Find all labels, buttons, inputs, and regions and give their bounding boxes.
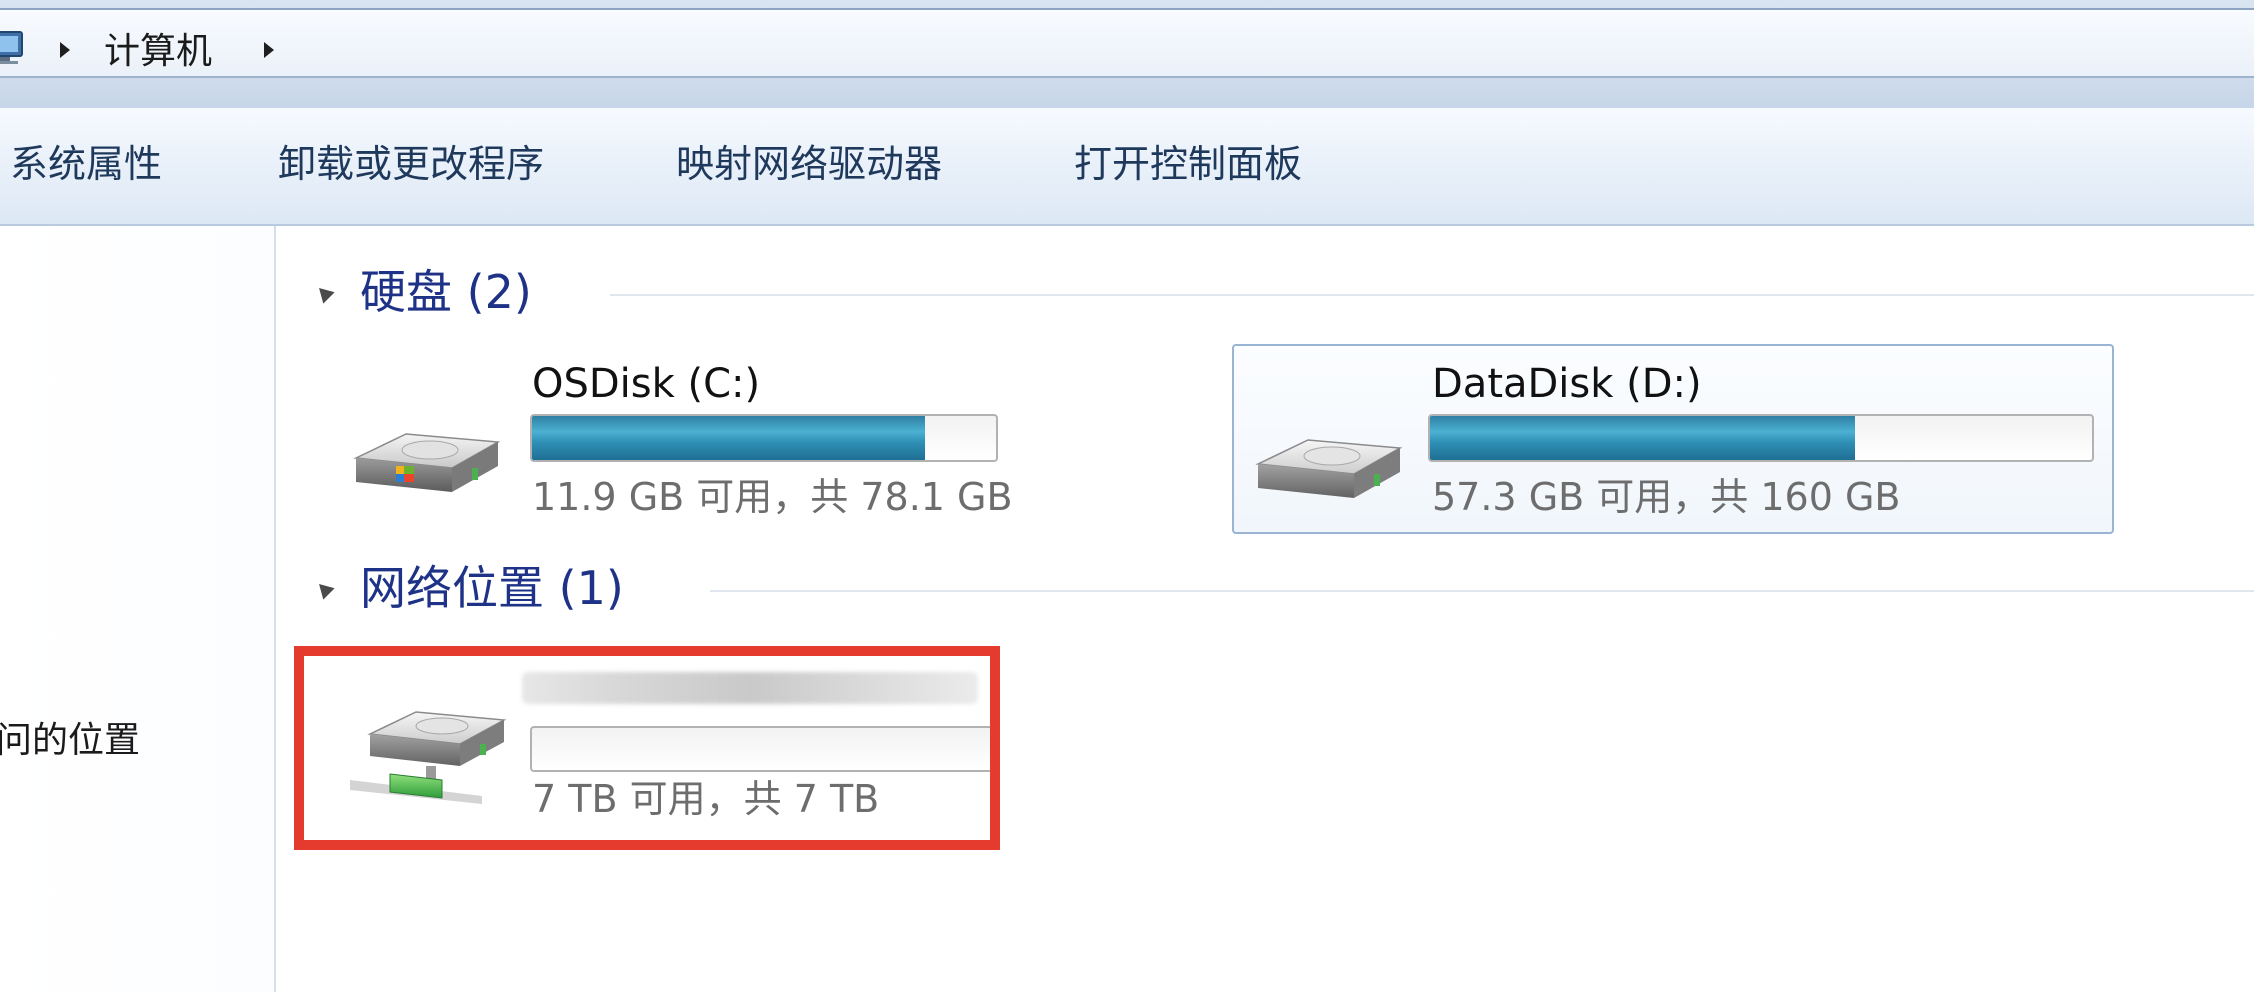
group-header-network[interactable]: 网络位置 (1): [313, 560, 2254, 616]
drive-usage-fill: [532, 416, 926, 460]
drive-usage-fill: [1430, 416, 1855, 460]
breadcrumb-arrow-icon[interactable]: [264, 42, 274, 58]
content-area: 硬盘 (2) OSDisk (C:) 11.9 GB 可用，共 78.1 GB …: [276, 226, 2254, 992]
windows-system-drive-icon: [353, 433, 501, 492]
address-bar: 计算机: [0, 0, 2254, 108]
drive-size-text: 11.9 GB 可用，共 78.1 GB: [532, 475, 1013, 519]
open-control-panel-button[interactable]: 打开控制面板: [1074, 138, 1302, 190]
uninstall-program-button[interactable]: 卸载或更改程序: [278, 138, 544, 190]
drive-tile-d[interactable]: DataDisk (D:) 57.3 GB 可用，共 160 GB: [1232, 344, 2114, 534]
drive-size-text: 57.3 GB 可用，共 160 GB: [1432, 475, 1901, 519]
drive-usage-bar: [530, 414, 998, 462]
command-bar: 系统属性 卸载或更改程序 映射网络驱动器 打开控制面板: [0, 108, 2254, 226]
collapse-triangle-icon[interactable]: [313, 578, 335, 600]
group-title: 硬盘 (2): [360, 265, 532, 319]
group-divider: [610, 294, 2254, 296]
group-divider: [710, 590, 2254, 592]
hard-drive-icon: [1255, 439, 1403, 498]
address-field[interactable]: 计算机: [0, 8, 2254, 78]
drive-name: DataDisk (D:): [1432, 361, 1702, 407]
map-network-drive-button[interactable]: 映射网络驱动器: [676, 138, 942, 190]
breadcrumb-computer[interactable]: 计算机: [104, 28, 212, 76]
explorer-window: 计算机 系统属性 卸载或更改程序 映射网络驱动器 打开控制面板 访问的位置 硬盘…: [0, 0, 2254, 992]
navigation-pane: 访问的位置: [0, 226, 276, 992]
group-header-hard-disks[interactable]: 硬盘 (2): [313, 264, 2254, 320]
breadcrumb-arrow-icon[interactable]: [60, 42, 70, 58]
group-title: 网络位置 (1): [360, 561, 624, 615]
drive-name: OSDisk (C:): [532, 361, 761, 407]
collapse-triangle-icon[interactable]: [313, 282, 335, 304]
computer-icon[interactable]: [0, 30, 28, 66]
system-properties-button[interactable]: 系统属性: [10, 138, 162, 190]
drive-tile-c[interactable]: OSDisk (C:) 11.9 GB 可用，共 78.1 GB: [336, 338, 1013, 526]
highlight-box: [294, 646, 1000, 850]
nav-item-recent-places[interactable]: 访问的位置: [0, 716, 140, 766]
drive-usage-bar: [1428, 414, 2094, 462]
